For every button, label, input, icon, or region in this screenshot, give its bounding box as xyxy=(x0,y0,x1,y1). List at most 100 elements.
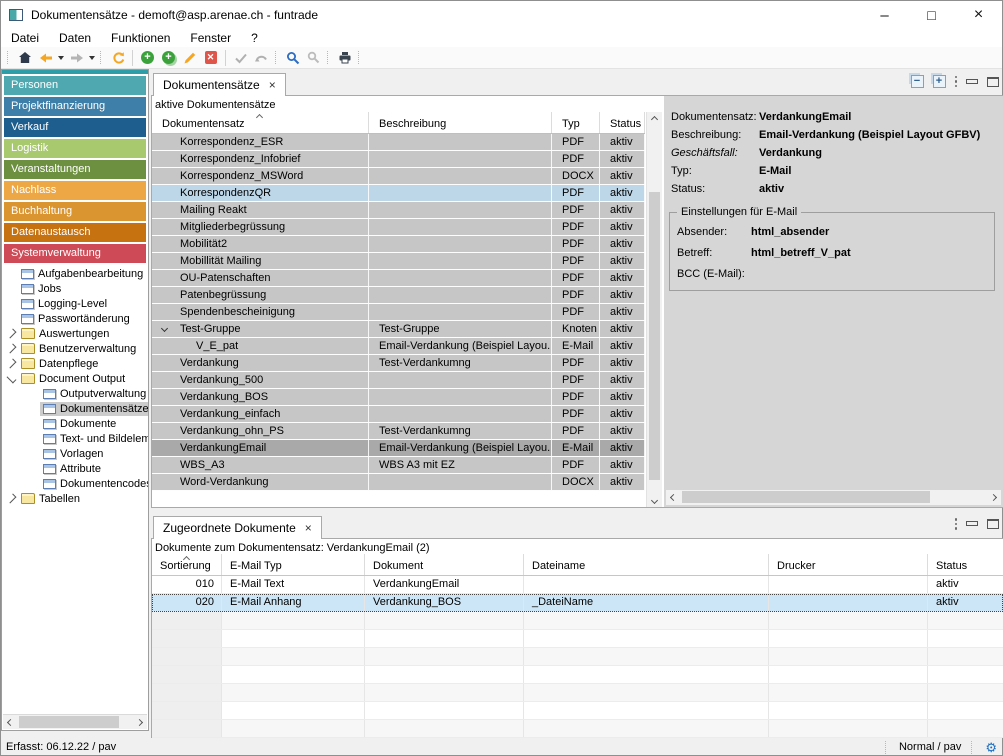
tree-item-benutzerverwaltung[interactable]: Benutzerverwaltung xyxy=(2,341,148,356)
scrollbar-thumb[interactable] xyxy=(649,192,660,480)
undo-button[interactable] xyxy=(251,48,272,67)
sidebar-module-buchhaltung[interactable]: Buchhaltung xyxy=(4,202,146,221)
kebab-menu-icon[interactable] xyxy=(955,76,958,88)
menu-item-datei[interactable]: Datei xyxy=(1,31,49,45)
sidebar-horizontal-scrollbar[interactable] xyxy=(3,714,147,729)
home-button[interactable] xyxy=(14,48,35,67)
window-maximize-button[interactable] xyxy=(908,1,955,29)
table-row[interactable]: Mobillität MailingPDFaktiv xyxy=(152,253,645,270)
table-row[interactable]: KorrespondenzQRPDFaktiv xyxy=(152,185,645,202)
sidebar-module-datenaustausch[interactable]: Datenaustausch xyxy=(4,223,146,242)
tab-close-icon[interactable]: × xyxy=(305,521,312,535)
refresh-button[interactable] xyxy=(107,48,128,67)
confirm-button[interactable] xyxy=(230,48,251,67)
table-row[interactable]: SpendenbescheinigungPDFaktiv xyxy=(152,304,645,321)
menu-item-fenster[interactable]: Fenster xyxy=(180,31,241,45)
sidebar-module-personen[interactable]: Personen xyxy=(4,76,146,95)
column-header-e-mail-typ[interactable]: E-Mail Typ xyxy=(222,554,365,575)
scroll-right-arrow-icon[interactable] xyxy=(132,715,147,729)
table-row[interactable]: Mailing ReaktPDFaktiv xyxy=(152,202,645,219)
search-secondary-button[interactable] xyxy=(303,48,324,67)
minimize-panel-icon[interactable] xyxy=(966,79,978,84)
sidebar-module-veranstaltungen[interactable]: Veranstaltungen xyxy=(4,160,146,179)
column-header-beschreibung[interactable]: Beschreibung xyxy=(369,112,552,133)
chevron-right-icon[interactable] xyxy=(7,329,17,339)
column-header-status[interactable]: Status xyxy=(600,112,645,133)
table-row[interactable]: Korrespondenz_InfobriefPDFaktiv xyxy=(152,151,645,168)
tree-item-tabellen[interactable]: Tabellen xyxy=(2,491,148,506)
table-row[interactable]: MitgliederbegrüssungPDFaktiv xyxy=(152,219,645,236)
table-row[interactable]: Korrespondenz_MSWordDOCXaktiv xyxy=(152,168,645,185)
window-minimize-button[interactable] xyxy=(861,1,908,29)
collapse-all-icon[interactable]: − xyxy=(911,75,924,88)
table-row[interactable]: Test-GruppeTest-GruppeKnotenaktiv xyxy=(152,321,645,338)
print-button[interactable] xyxy=(334,48,355,67)
chevron-down-icon[interactable] xyxy=(7,374,17,384)
tree-item-dokumentens-tze[interactable]: Dokumentensätze xyxy=(2,401,148,416)
menu-item-daten[interactable]: Daten xyxy=(49,31,101,45)
column-header-dokumentensatz[interactable]: Dokumentensatz xyxy=(152,112,369,133)
column-header-dokument[interactable]: Dokument xyxy=(365,554,524,575)
forward-button[interactable] xyxy=(66,48,87,67)
edit-button[interactable] xyxy=(179,48,200,67)
table-row[interactable]: Word-VerdankungDOCXaktiv xyxy=(152,474,645,491)
table-row[interactable]: Verdankung_BOSPDFaktiv xyxy=(152,389,645,406)
scroll-left-arrow-icon[interactable] xyxy=(666,490,681,504)
tree-item-datenpflege[interactable]: Datenpflege xyxy=(2,356,148,371)
column-header-typ[interactable]: Typ xyxy=(552,112,600,133)
tree-item-aufgabenbearbeitung[interactable]: Aufgabenbearbeitung xyxy=(2,266,148,281)
table-row[interactable]: Verdankung_500PDFaktiv xyxy=(152,372,645,389)
column-header-dateiname[interactable]: Dateiname xyxy=(524,554,769,575)
table-row[interactable]: Verdankung_einfachPDFaktiv xyxy=(152,406,645,423)
scrollbar-thumb[interactable] xyxy=(682,491,930,503)
tree-item-attribute[interactable]: Attribute xyxy=(2,461,148,476)
scroll-left-arrow-icon[interactable] xyxy=(3,715,18,729)
column-header-sortierung[interactable]: Sortierung xyxy=(152,554,222,575)
gear-icon[interactable]: ⚙ xyxy=(985,741,997,754)
menu-item-funktionen[interactable]: Funktionen xyxy=(101,31,180,45)
back-button[interactable] xyxy=(35,48,56,67)
table-row[interactable]: WBS_A3WBS A3 mit EZPDFaktiv xyxy=(152,457,645,474)
maximize-panel-icon[interactable] xyxy=(987,519,999,529)
expand-all-icon[interactable]: + xyxy=(933,75,946,88)
assigned-table-row[interactable]: 010E-Mail TextVerdankungEmailaktiv xyxy=(152,576,1003,594)
sidebar-module-systemverwaltung[interactable]: Systemverwaltung xyxy=(4,244,146,263)
chevron-right-icon[interactable] xyxy=(7,344,17,354)
add-button[interactable]: + xyxy=(137,48,158,67)
column-header-drucker[interactable]: Drucker xyxy=(769,554,928,575)
kebab-menu-icon[interactable] xyxy=(955,518,958,530)
tree-item-jobs[interactable]: Jobs xyxy=(2,281,148,296)
tab-close-icon[interactable]: × xyxy=(269,78,276,92)
table-row[interactable]: Verdankung_ohn_PSTest-VerdankumngPDFakti… xyxy=(152,423,645,440)
minimize-panel-icon[interactable] xyxy=(966,521,978,526)
menu-item-[interactable]: ? xyxy=(241,31,268,45)
tree-item-dokumentencodes[interactable]: Dokumentencodes xyxy=(2,476,148,491)
table-row[interactable]: V_E_patEmail-Verdankung (Beispiel Layou.… xyxy=(152,338,645,355)
details-horizontal-scrollbar[interactable] xyxy=(666,490,1001,505)
chevron-right-icon[interactable] xyxy=(7,494,17,504)
forward-dropdown-caret[interactable] xyxy=(89,56,95,60)
search-button[interactable] xyxy=(282,48,303,67)
tab-dokumentensaetze[interactable]: Dokumentensätze × xyxy=(153,73,286,96)
table-row[interactable]: VerdankungTest-VerdankumngPDFaktiv xyxy=(152,355,645,372)
scrollbar-thumb[interactable] xyxy=(19,716,119,728)
tree-item-document-output[interactable]: Document Output xyxy=(2,371,148,386)
table-row[interactable]: Mobilität2PDFaktiv xyxy=(152,236,645,253)
window-close-button[interactable] xyxy=(955,1,1002,29)
column-header-status[interactable]: Status xyxy=(928,554,1003,575)
sidebar-module-projektfinanzierung[interactable]: Projektfinanzierung xyxy=(4,97,146,116)
scroll-right-arrow-icon[interactable] xyxy=(986,490,1001,504)
table-row[interactable]: PatenbegrüssungPDFaktiv xyxy=(152,287,645,304)
scroll-up-arrow-icon[interactable] xyxy=(647,112,662,126)
tab-zugeordnete-dokumente[interactable]: Zugeordnete Dokumente × xyxy=(153,516,322,539)
table-row[interactable]: OU-PatenschaftenPDFaktiv xyxy=(152,270,645,287)
table-row[interactable]: Korrespondenz_ESRPDFaktiv xyxy=(152,134,645,151)
scroll-down-arrow-icon[interactable] xyxy=(647,493,662,507)
delete-button[interactable]: ✕ xyxy=(200,48,221,67)
tree-item-logging-level[interactable]: Logging-Level xyxy=(2,296,148,311)
tree-item-dokumente[interactable]: Dokumente xyxy=(2,416,148,431)
tree-item-auswertungen[interactable]: Auswertungen xyxy=(2,326,148,341)
tree-item-passwort-nderung[interactable]: Passwortänderung xyxy=(2,311,148,326)
assigned-table-row[interactable]: 020E-Mail AnhangVerdankung_BOS_DateiName… xyxy=(152,594,1003,612)
back-dropdown-caret[interactable] xyxy=(58,56,64,60)
